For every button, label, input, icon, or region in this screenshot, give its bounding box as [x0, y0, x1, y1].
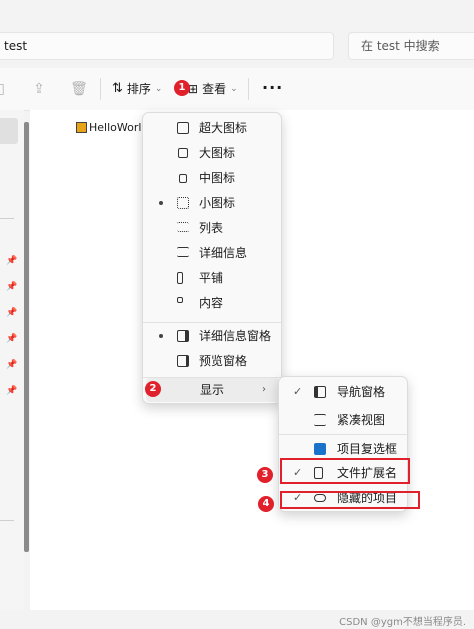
menu-item-details-pane[interactable]: 详细信息窗格: [143, 324, 281, 348]
content-icon: [177, 297, 183, 303]
medium-icons-icon: [179, 174, 187, 183]
delete-icon[interactable]: 🗑: [70, 80, 88, 98]
highlight-box-hidden-items: [280, 491, 420, 509]
nav-divider: [0, 218, 14, 219]
menu-item-extra-large-icons[interactable]: 超大图标: [143, 116, 281, 140]
chevron-down-icon: ⌄: [230, 84, 238, 94]
watermark-text: CSDN @ygm不想当程序员.: [339, 617, 466, 628]
details-icon: [177, 247, 189, 257]
list-icon: [177, 222, 189, 232]
pin-icon[interactable]: 📌: [6, 282, 17, 292]
step-badge-1: 1: [174, 80, 190, 96]
sort-label: 排序: [126, 82, 151, 96]
view-menu: 超大图标 大图标 中图标 小图标 列表 详细信息 平铺 内容 详细信息窗格 预览…: [142, 112, 282, 404]
menu-item-preview-pane[interactable]: 预览窗格: [143, 349, 281, 373]
file-name: HelloWorld: [89, 121, 149, 134]
checkmark-icon: ✓: [293, 385, 303, 398]
step-badge-4: 4: [258, 496, 274, 512]
step-badge-2: 2: [145, 381, 161, 397]
nav-divider: [0, 520, 14, 521]
pin-icon[interactable]: 📌: [6, 360, 17, 370]
large-icons-icon: [178, 148, 188, 158]
menu-item-large-icons[interactable]: 大图标: [143, 141, 281, 165]
pin-icon[interactable]: 📌: [6, 334, 17, 344]
extra-large-icons-icon: [177, 122, 189, 134]
toolbar-divider: [248, 78, 249, 100]
address-path: test: [4, 39, 28, 53]
menu-item-compact-view[interactable]: 紧凑视图: [279, 408, 407, 432]
menu-item-navigation-pane[interactable]: ✓ 导航窗格: [279, 380, 407, 404]
pin-icon[interactable]: 📌: [6, 386, 17, 396]
sublime-file-icon: [76, 122, 87, 133]
menu-item-details[interactable]: 详细信息: [143, 241, 281, 265]
share-icon[interactable]: ⇪: [30, 80, 48, 98]
pin-icon[interactable]: 📌: [6, 308, 17, 318]
chevron-down-icon: ⌄: [154, 84, 163, 94]
view-label: 查看: [202, 82, 227, 96]
menu-item-list[interactable]: 列表: [143, 216, 281, 240]
address-bar[interactable]: test: [0, 32, 334, 60]
command-bar: ▯ ⇪ 🗑 ⇅ 排序 ⌄ ⊞ 查看 ⌄ ···: [0, 68, 474, 111]
menu-item-tiles[interactable]: 平铺: [143, 266, 281, 290]
more-options-button[interactable]: ···: [262, 78, 283, 97]
selected-dot-icon: [159, 334, 163, 338]
toolbar-divider: [100, 78, 101, 100]
search-input[interactable]: 在 test 中搜索: [348, 32, 474, 60]
pin-icon[interactable]: 📌: [6, 256, 17, 266]
step-badge-3: 3: [257, 467, 273, 483]
highlight-box-file-extensions: [280, 458, 410, 484]
menu-divider: [143, 322, 281, 323]
menu-item-content[interactable]: 内容: [143, 291, 281, 315]
item-checkbox-icon: [314, 443, 326, 455]
small-icons-icon: [177, 197, 189, 209]
selected-dot-icon: [159, 201, 163, 205]
search-placeholder: 在 test 中搜索: [361, 39, 440, 53]
details-pane-icon: [177, 330, 189, 342]
menu-item-medium-icons[interactable]: 中图标: [143, 166, 281, 190]
navigation-pane-icon: [314, 386, 326, 398]
sort-icon: ⇅: [112, 81, 123, 96]
nav-selected-item[interactable]: [0, 118, 18, 144]
menu-item-show[interactable]: 显示 ›: [146, 378, 280, 402]
menu-item-small-icons[interactable]: 小图标: [143, 191, 281, 215]
view-button[interactable]: ⊞ 查看 ⌄: [188, 76, 238, 102]
nav-scrollbar[interactable]: [24, 122, 29, 552]
copy-icon[interactable]: ▯: [0, 80, 10, 98]
chevron-right-icon: ›: [262, 384, 266, 395]
menu-divider: [279, 434, 407, 435]
file-item[interactable]: HelloWorld: [76, 121, 148, 134]
tiles-icon: [177, 272, 183, 284]
sort-button[interactable]: ⇅ 排序 ⌄: [112, 76, 162, 102]
preview-pane-icon: [177, 355, 189, 367]
compact-view-icon: [314, 414, 326, 426]
